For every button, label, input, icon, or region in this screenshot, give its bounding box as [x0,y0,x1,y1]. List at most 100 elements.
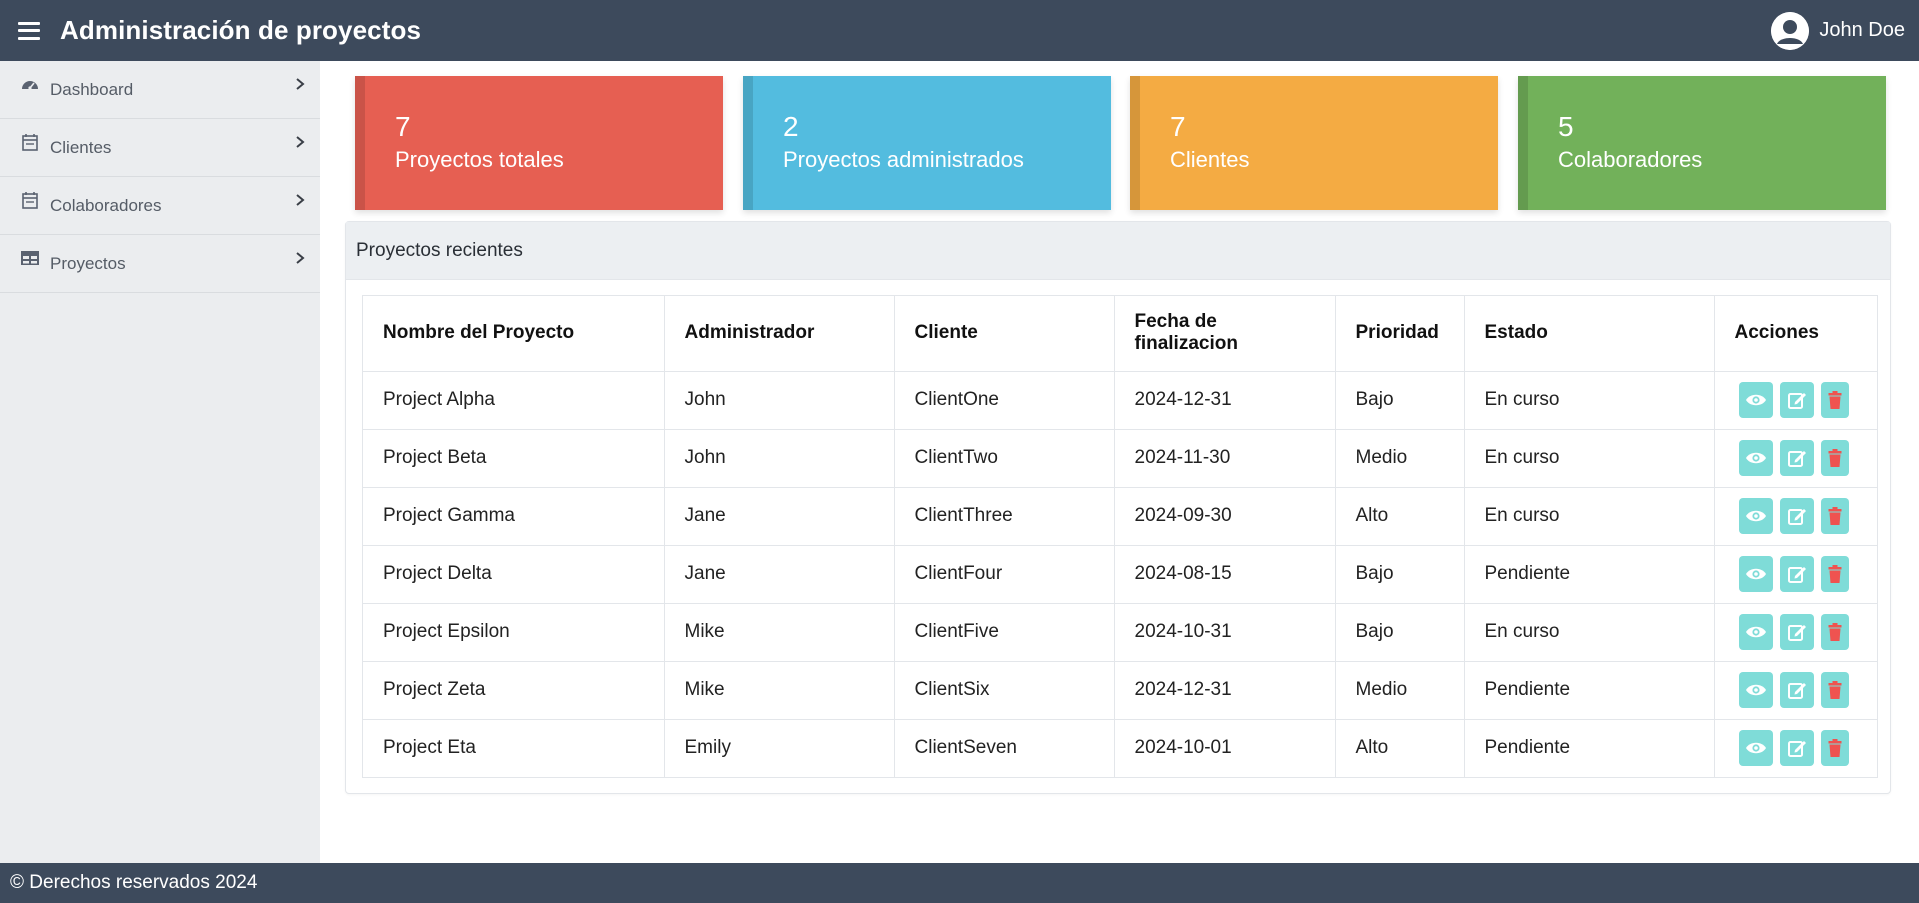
client-cell: ClientFive [894,603,1115,662]
eye-icon [1745,683,1767,697]
trash-icon [1828,449,1842,467]
administrator-cell: John [664,371,895,430]
status-cell: Pendiente [1464,719,1715,777]
user-menu[interactable]: John Doe [1771,11,1905,50]
stat-card-clientes[interactable]: 7 Clientes [1130,76,1498,210]
delete-button[interactable] [1820,440,1849,476]
view-button[interactable] [1738,440,1773,476]
priority-cell: Bajo [1335,545,1465,604]
priority-cell: Bajo [1335,603,1465,662]
actions-cell [1714,661,1877,720]
trash-icon [1828,681,1842,699]
view-button[interactable] [1738,498,1773,534]
project-name-cell: Project Eta [363,719,665,777]
actions-cell [1714,545,1877,604]
delete-button[interactable] [1820,614,1849,650]
stat-value: 2 [783,111,799,142]
project-name-cell: Project Zeta [363,661,665,720]
stat-card-proyectos-totales[interactable]: 7 Proyectos totales [355,76,723,210]
trash-icon [1828,623,1842,641]
trash-icon [1828,391,1842,409]
project-name-cell: Project Gamma [363,487,665,546]
priority-cell: Alto [1335,719,1465,777]
stat-label: Proyectos totales [395,147,564,172]
footer: © Derechos reservados 2024 [0,863,1919,903]
view-button[interactable] [1738,614,1773,650]
administrator-cell: Jane [664,545,895,604]
eye-icon [1745,567,1767,581]
view-button[interactable] [1738,672,1773,708]
sidebar-item-dashboard[interactable]: Dashboard [0,61,320,119]
projects-table: Nombre del Proyecto Administrador Client… [362,295,1878,778]
sidebar-item-proyectos[interactable]: Proyectos [0,235,320,293]
client-cell: ClientSix [894,661,1115,720]
view-button[interactable] [1738,382,1773,418]
edit-button[interactable] [1779,440,1814,476]
eye-icon [1745,509,1767,523]
footer-copyright: © Derechos reservados 2024 [10,872,258,893]
stats-row: 7 Proyectos totales 2 Proyectos administ… [355,76,1886,210]
row-actions [1735,672,1858,708]
sidebar-item-label: Proyectos [50,253,126,273]
actions-cell [1714,429,1877,488]
priority-cell: Alto [1335,487,1465,546]
administrator-cell: Mike [664,661,895,720]
row-actions [1735,614,1858,650]
edit-button[interactable] [1779,672,1814,708]
stat-value: 7 [395,111,411,142]
stat-value: 7 [1170,111,1186,142]
project-name-cell: Project Beta [363,429,665,488]
edit-icon [1787,564,1807,584]
edit-button[interactable] [1779,382,1814,418]
end-date-cell: 2024-08-15 [1114,545,1336,604]
table-header-row: Nombre del Proyecto Administrador Client… [363,296,1877,372]
actions-cell [1714,487,1877,546]
hamburger-menu-icon[interactable] [18,21,40,40]
sidebar-item-colaboradores[interactable]: Colaboradores [0,177,320,235]
administrator-cell: Jane [664,487,895,546]
priority-cell: Bajo [1335,371,1465,430]
delete-button[interactable] [1820,556,1849,592]
stat-card-proyectos-administrados[interactable]: 2 Proyectos administrados [743,76,1111,210]
priority-cell: Medio [1335,429,1465,488]
delete-button[interactable] [1820,730,1849,767]
sidebar-item-label: Colaboradores [50,195,162,215]
delete-button[interactable] [1820,382,1849,418]
column-header: Cliente [894,296,1115,372]
end-date-cell: 2024-12-31 [1114,661,1336,720]
sidebar-item-clientes[interactable]: Clientes [0,119,320,177]
chevron-right-icon [294,135,306,148]
administrator-cell: Mike [664,603,895,662]
row-actions [1735,730,1858,767]
column-header: Prioridad [1335,296,1465,372]
stat-label: Colaboradores [1558,147,1703,172]
delete-button[interactable] [1820,498,1849,534]
status-cell: En curso [1464,487,1715,546]
eye-icon [1745,625,1767,639]
edit-button[interactable] [1779,556,1814,592]
table-row: Project Delta Jane ClientFour 2024-08-15 Baj… [363,545,1877,604]
end-date-cell: 2024-12-31 [1114,371,1336,430]
user-name: John Doe [1819,19,1905,41]
stat-card-colaboradores[interactable]: 5 Colaboradores [1518,76,1886,210]
edit-button[interactable] [1779,614,1814,650]
trash-icon [1828,565,1842,583]
delete-button[interactable] [1820,672,1849,708]
administrator-cell: John [664,429,895,488]
end-date-cell: 2024-10-31 [1114,603,1336,662]
project-name-cell: Project Delta [363,545,665,604]
table-row: Project Epsilon Mike ClientFive 2024-10-31 B… [363,603,1877,662]
project-name-cell: Project Epsilon [363,603,665,662]
edit-button[interactable] [1779,730,1814,767]
edit-icon [1787,738,1807,758]
calendar-icon [20,190,40,210]
client-cell: ClientFour [894,545,1115,604]
user-avatar-icon [1771,11,1810,50]
edit-button[interactable] [1779,498,1814,534]
view-button[interactable] [1738,730,1773,767]
recent-projects-card: Proyectos recientes Nombre del Proyecto … [345,221,1891,794]
gauge-icon [20,74,40,94]
column-header: Acciones [1714,296,1877,372]
view-button[interactable] [1738,556,1773,592]
edit-icon [1787,506,1807,526]
